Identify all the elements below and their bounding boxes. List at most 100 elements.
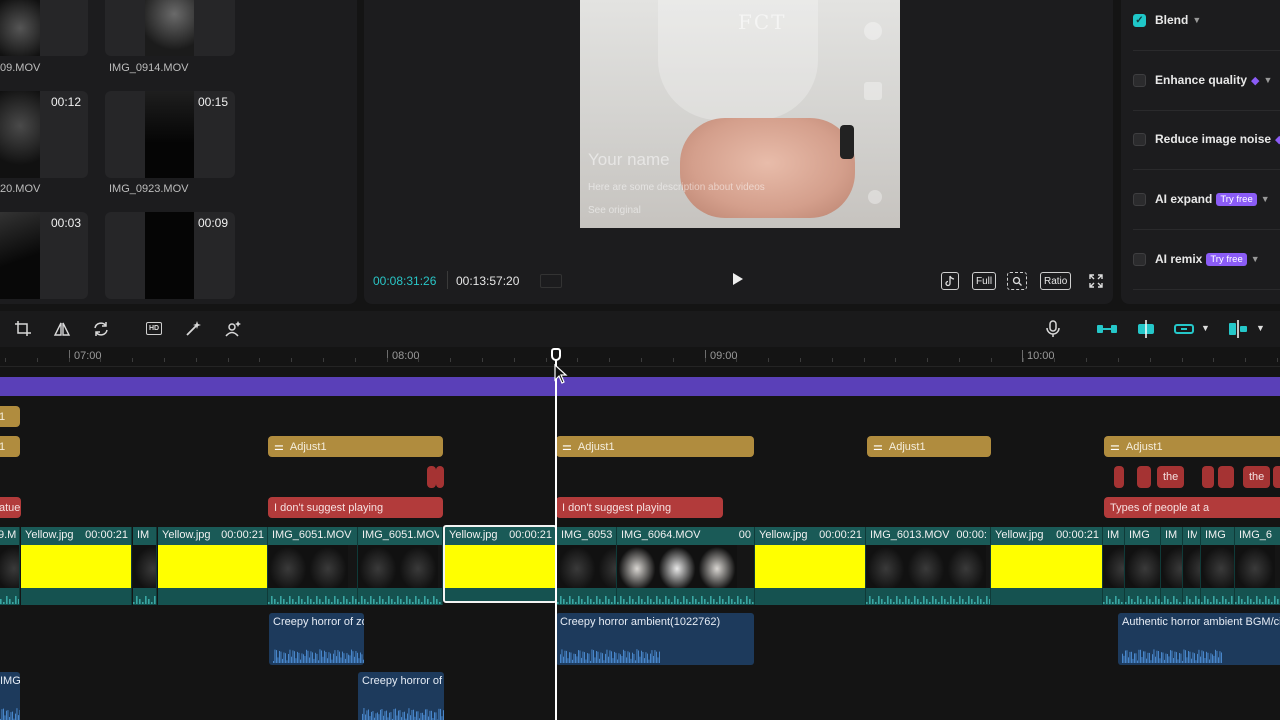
video-clip-frames bbox=[557, 545, 616, 588]
enhance-quality-checkbox[interactable] bbox=[1133, 73, 1146, 87]
video-clip-label: Yellow.jpg 00:00:21 bbox=[25, 529, 128, 541]
option-blend[interactable]: ✓ Blend ▼ bbox=[1133, 10, 1201, 30]
video-clip-audio bbox=[1103, 588, 1124, 605]
ai-person-icon[interactable] bbox=[224, 320, 242, 338]
purple-effect-track[interactable] bbox=[0, 377, 1280, 396]
audio-clip[interactable]: Creepy horror of zombie bbox=[269, 613, 364, 665]
chevron-down-icon[interactable]: ▼ bbox=[1264, 75, 1273, 85]
video-clip[interactable]: IMG_6064.MOV 00 bbox=[617, 527, 755, 605]
text-clip-mini[interactable] bbox=[1137, 466, 1151, 488]
link-tracks-icon[interactable] bbox=[1096, 320, 1118, 338]
video-preview[interactable]: FCT Your name Here are some description … bbox=[580, 0, 900, 228]
video-clip[interactable]: IMG_6 bbox=[1235, 527, 1280, 605]
text-clip-mini[interactable] bbox=[427, 466, 436, 488]
video-clip-audio bbox=[1201, 588, 1234, 605]
video-clip[interactable]: Yellow.jpg 00:00:21 bbox=[991, 527, 1103, 605]
text-clip[interactable]: I don't suggest playing bbox=[556, 497, 723, 518]
media-thumb-4[interactable]: 00:15 bbox=[105, 91, 235, 178]
reduce-noise-checkbox[interactable] bbox=[1133, 132, 1146, 146]
video-clip[interactable]: IM bbox=[1161, 527, 1183, 605]
video-clip-audio bbox=[133, 588, 156, 605]
video-clip[interactable]: Yellow.jpg 00:00:21 bbox=[443, 525, 557, 603]
media-thumb-6[interactable]: 00:09 bbox=[105, 212, 235, 299]
grid-icon[interactable] bbox=[540, 274, 562, 288]
audio-clip[interactable]: Creepy horror of bbox=[358, 672, 444, 720]
text-clip-mini[interactable]: the bbox=[1243, 466, 1271, 488]
option-reduce-noise[interactable]: Reduce image noise ◆ bbox=[1133, 129, 1280, 149]
video-clip[interactable]: IMG_6051.MOV bbox=[358, 527, 443, 605]
ruler-minor-tick bbox=[100, 358, 101, 362]
text-clip[interactable]: I don't suggest playing bbox=[268, 497, 443, 518]
video-clip[interactable]: 9.MC bbox=[0, 527, 20, 605]
ratio-button[interactable]: Ratio bbox=[1040, 272, 1072, 290]
text-clip-mini[interactable] bbox=[1218, 466, 1234, 488]
video-frame bbox=[657, 545, 697, 588]
tiktok-preview-icon[interactable] bbox=[941, 272, 959, 290]
magic-wand-icon[interactable] bbox=[184, 320, 202, 338]
option-ai-remix[interactable]: AI remix Try free ▼ bbox=[1133, 249, 1260, 269]
video-clip[interactable]: IM bbox=[1183, 527, 1201, 605]
video-clip[interactable]: Yellow.jpg 00:00:21 bbox=[158, 527, 268, 605]
option-enhance-quality[interactable]: Enhance quality ◆ ▼ bbox=[1133, 70, 1272, 90]
video-clip-frames bbox=[158, 545, 267, 588]
chevron-down-icon[interactable]: ▼ bbox=[1261, 194, 1270, 204]
adjust-clip[interactable]: t1 bbox=[0, 406, 20, 427]
video-clip[interactable]: IMG bbox=[1201, 527, 1235, 605]
audio-clip[interactable]: IMG_60 bbox=[0, 672, 20, 720]
rotate-icon[interactable] bbox=[92, 320, 110, 338]
video-clip[interactable]: IMG_6051.MOV bbox=[268, 527, 358, 605]
video-clip[interactable]: IMG_6053.I bbox=[557, 527, 617, 605]
text-clip-mini[interactable] bbox=[1202, 466, 1214, 488]
hd-icon[interactable]: HD bbox=[146, 322, 162, 335]
video-clip-name: IMG_6051.MOV bbox=[272, 529, 352, 541]
text-clip-label: atue bbox=[0, 501, 21, 514]
video-clip[interactable]: IM bbox=[133, 527, 157, 605]
snap-magnet-icon[interactable] bbox=[1135, 320, 1157, 338]
video-clip-audio bbox=[358, 588, 442, 605]
video-clip-audio bbox=[0, 588, 19, 605]
adjust-clip[interactable]: t1 bbox=[0, 436, 20, 457]
zoom-fit-icon[interactable] bbox=[1007, 272, 1027, 290]
microphone-icon[interactable] bbox=[1044, 320, 1062, 338]
adjust-clip[interactable]: ⚌ Adjust1 bbox=[867, 436, 991, 457]
ai-expand-checkbox[interactable] bbox=[1133, 192, 1146, 206]
video-clip[interactable]: IM bbox=[1103, 527, 1125, 605]
video-clip[interactable]: Yellow.jpg 00:00:21 bbox=[21, 527, 132, 605]
text-clip-mini[interactable] bbox=[436, 466, 444, 488]
text-clip-mini[interactable] bbox=[1114, 466, 1124, 488]
media-thumb-1[interactable] bbox=[0, 0, 88, 56]
preview-axis-icon[interactable] bbox=[1173, 320, 1195, 338]
blend-checkbox[interactable]: ✓ bbox=[1133, 13, 1146, 27]
text-clip-mini[interactable]: the bbox=[1157, 466, 1185, 488]
video-clip[interactable]: IMG_6013.MOV 00:00: bbox=[866, 527, 991, 605]
media-thumb-5[interactable]: 00:03 bbox=[0, 212, 88, 299]
video-clip[interactable]: Yellow.jpg 00:00:21 bbox=[755, 527, 866, 605]
timeline[interactable]: 07:00 08:00 09:00 10:00 t1 t1 ⚌ Adjust1 … bbox=[0, 347, 1280, 720]
split-tracks-icon[interactable] bbox=[1227, 320, 1249, 338]
ai-remix-checkbox[interactable] bbox=[1133, 252, 1146, 266]
time-ruler[interactable]: 07:00 08:00 09:00 10:00 bbox=[0, 347, 1280, 367]
video-clip[interactable]: IMG bbox=[1125, 527, 1161, 605]
text-clip-mini[interactable] bbox=[1273, 466, 1280, 488]
playhead-handle[interactable] bbox=[551, 348, 561, 361]
adjust-clip[interactable]: ⚌ Adjust1 bbox=[556, 436, 754, 457]
media-thumb-2[interactable] bbox=[105, 0, 235, 56]
chevron-down-icon[interactable]: ▼ bbox=[1192, 15, 1201, 25]
chevron-down-icon[interactable]: ▼ bbox=[1201, 323, 1210, 333]
adjust-clip[interactable]: ⚌ Adjust1 bbox=[1104, 436, 1280, 457]
full-button[interactable]: Full bbox=[972, 272, 997, 290]
audio-clip[interactable]: Authentic horror ambient BGM/cinematic bbox=[1118, 613, 1280, 665]
option-ai-expand[interactable]: AI expand Try free ▼ bbox=[1133, 189, 1270, 209]
main-video-track[interactable]: 9.MC Yellow.jpg 00:00:21 IM Yellow.jpg 00:00:… bbox=[0, 525, 1280, 605]
chevron-down-icon[interactable]: ▼ bbox=[1256, 323, 1265, 333]
chevron-down-icon[interactable]: ▼ bbox=[1251, 254, 1260, 264]
text-clip[interactable]: Types of people at a bbox=[1104, 497, 1280, 518]
text-clip[interactable]: atue bbox=[0, 497, 21, 518]
fullscreen-icon[interactable] bbox=[1087, 272, 1105, 290]
media-thumb-3[interactable]: 00:12 bbox=[0, 91, 88, 178]
mirror-icon[interactable] bbox=[53, 320, 71, 338]
play-button[interactable] bbox=[732, 272, 748, 290]
adjust-clip[interactable]: ⚌ Adjust1 bbox=[268, 436, 443, 457]
audio-clip[interactable]: Creepy horror ambient(1022762) bbox=[556, 613, 754, 665]
crop-icon[interactable] bbox=[14, 320, 32, 338]
